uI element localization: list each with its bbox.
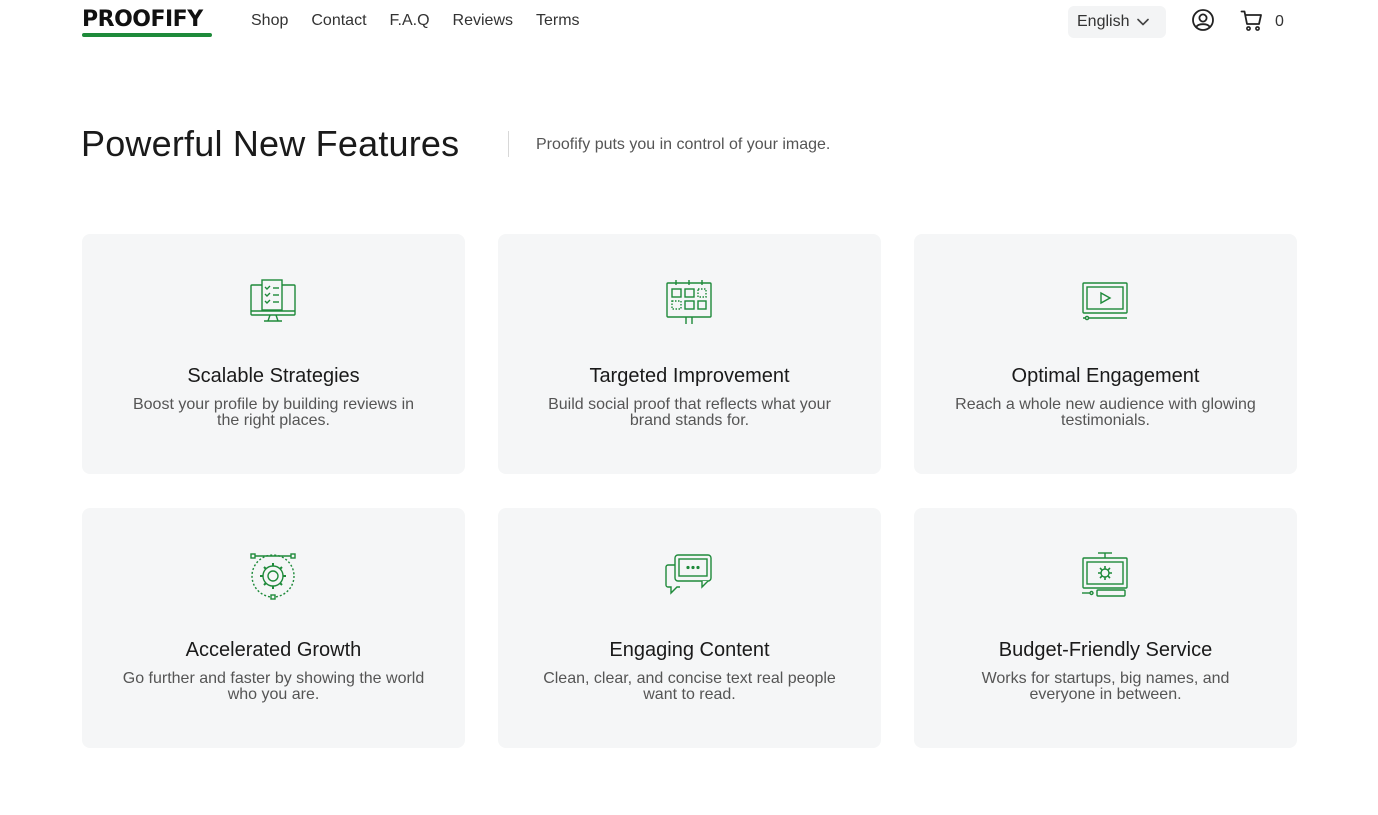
feature-card-optimal-engagement: Optimal Engagement Reach a whole new aud… xyxy=(914,234,1297,474)
language-select[interactable]: English xyxy=(1068,6,1166,38)
feature-title: Budget-Friendly Service xyxy=(998,639,1213,661)
monitor-checklist-icon xyxy=(250,279,296,322)
feature-card-scalable-strategies: Scalable Strategies Boost your profile b… xyxy=(82,234,465,474)
page-title: Powerful New Features xyxy=(81,123,460,164)
feature-card-engaging-content: Engaging Content Clean, clear, and conci… xyxy=(498,508,881,748)
title-divider xyxy=(508,131,509,157)
chevron-down-icon xyxy=(1137,18,1150,26)
page-subtitle: Proofify puts you in control of your ima… xyxy=(536,136,831,153)
feature-title: Optimal Engagement xyxy=(1011,365,1200,387)
feature-description: Build social proof that reflects what yo… xyxy=(548,396,831,429)
monitor-gear-icon xyxy=(1082,552,1128,597)
video-player-icon xyxy=(1082,282,1128,321)
cart-count: 0 xyxy=(1275,13,1284,30)
site-header: PROOFIFY Shop Contact F.A.Q Reviews Term… xyxy=(0,0,1378,44)
main-nav: Shop Contact F.A.Q Reviews Terms xyxy=(251,11,603,31)
gear-vector-icon xyxy=(250,553,296,600)
nav-terms[interactable]: Terms xyxy=(536,11,580,31)
user-circle-icon[interactable] xyxy=(1191,8,1215,32)
feature-title: Accelerated Growth xyxy=(185,639,362,661)
feature-card-budget-friendly-service: Budget-Friendly Service Works for startu… xyxy=(914,508,1297,748)
nav-reviews[interactable]: Reviews xyxy=(453,11,513,31)
feature-card-targeted-improvement: Targeted Improvement Build social proof … xyxy=(498,234,881,474)
feature-description: Boost your profile by building reviews i… xyxy=(132,396,415,429)
nav-faq[interactable]: F.A.Q xyxy=(390,11,430,31)
logo[interactable]: PROOFIFY xyxy=(82,6,218,38)
cart-icon[interactable] xyxy=(1240,9,1264,33)
logo-text: PROOFIFY xyxy=(82,7,203,32)
language-label: English xyxy=(1077,13,1130,30)
logo-underline xyxy=(82,33,212,37)
nav-shop[interactable]: Shop xyxy=(251,11,288,31)
feature-card-accelerated-growth: Accelerated Growth Go further and faster… xyxy=(82,508,465,748)
feature-description: Reach a whole new audience with glowing … xyxy=(955,396,1256,429)
feature-title: Scalable Strategies xyxy=(187,365,360,387)
chat-bubbles-icon xyxy=(665,554,712,595)
feature-description: Go further and faster by showing the wor… xyxy=(122,670,425,703)
board-grid-icon xyxy=(666,280,712,324)
feature-description: Works for startups, big names, and every… xyxy=(981,670,1230,703)
feature-title: Engaging Content xyxy=(609,639,770,661)
feature-description: Clean, clear, and concise text real peop… xyxy=(543,670,836,703)
nav-contact[interactable]: Contact xyxy=(311,11,366,31)
feature-title: Targeted Improvement xyxy=(589,365,790,387)
